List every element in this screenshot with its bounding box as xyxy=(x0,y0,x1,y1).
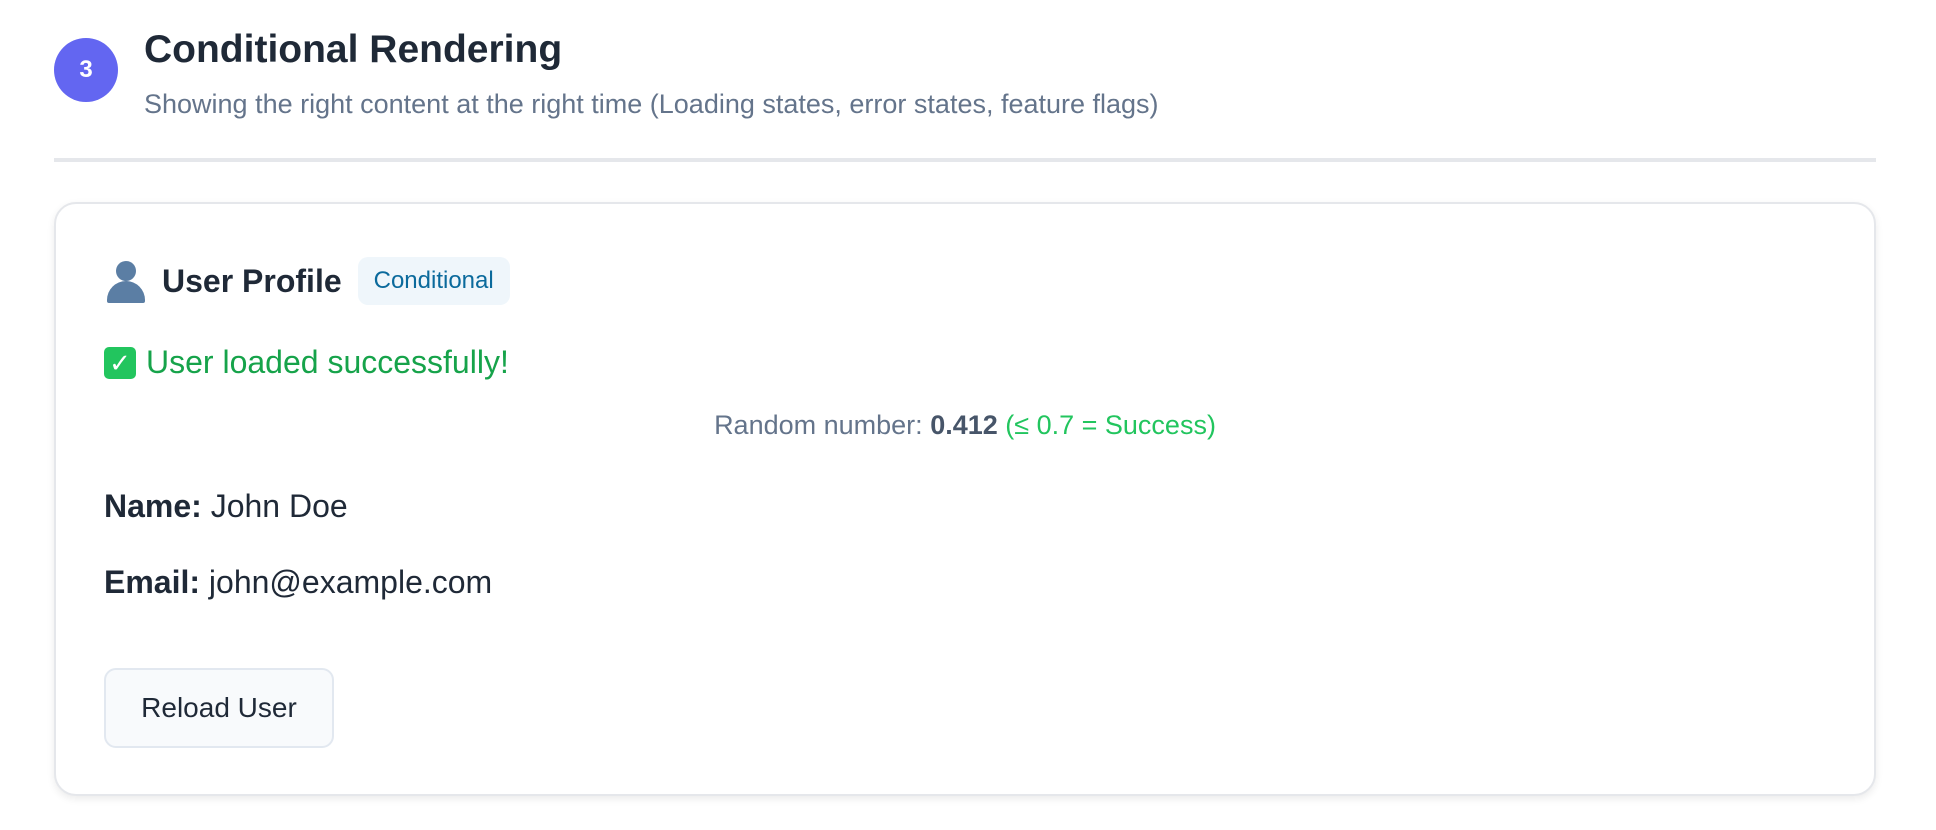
section-title: Conditional Rendering xyxy=(144,28,563,71)
step-number-badge: 3 xyxy=(54,38,118,102)
card-header: User Profile Conditional xyxy=(104,256,510,306)
user-profile-icon xyxy=(104,259,148,303)
random-number-value: 0.412 xyxy=(930,410,998,440)
random-number-line: Random number: 0.412 (≤ 0.7 = Success) xyxy=(56,410,1874,441)
email-field-row: Email: john@example.com xyxy=(104,564,492,601)
status-text: User loaded successfully! xyxy=(146,344,509,380)
name-label: Name: xyxy=(104,488,202,524)
random-number-label: Random number: xyxy=(714,410,923,440)
section-header: 3 Conditional Rendering Showing the righ… xyxy=(54,24,1876,152)
email-value: john@example.com xyxy=(208,564,493,600)
random-number-hint: (≤ 0.7 = Success) xyxy=(1005,410,1216,440)
check-mark-icon: ✓ xyxy=(104,346,136,379)
card-title: User Profile xyxy=(162,262,342,299)
success-status-message: ✓ User loaded successfully! xyxy=(104,344,509,381)
name-value: John Doe xyxy=(210,488,348,524)
reload-user-button[interactable]: Reload User xyxy=(104,668,334,748)
email-label: Email: xyxy=(104,564,201,600)
section-subtitle: Showing the right content at the right t… xyxy=(144,89,1159,119)
user-profile-card: User Profile Conditional ✓ User loaded s… xyxy=(54,202,1876,796)
section-divider xyxy=(54,158,1876,162)
name-field-row: Name: John Doe xyxy=(104,488,348,525)
conditional-badge: Conditional xyxy=(357,257,510,305)
